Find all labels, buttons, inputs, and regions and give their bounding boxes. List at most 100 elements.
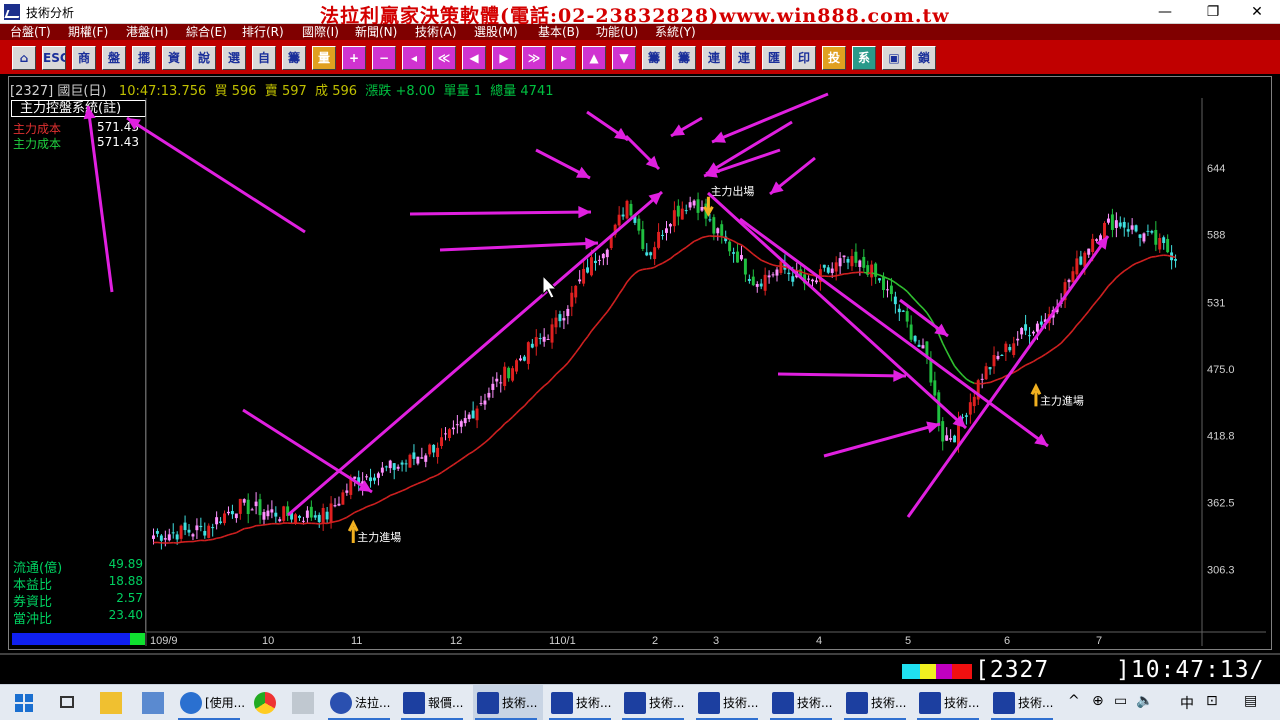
candle-body [369,477,372,482]
cost-line-segment [405,486,411,490]
annotation-arrowhead [614,127,628,140]
candle-body [641,229,645,249]
cost-line-segment [677,249,683,254]
app-icon-pinned[interactable] [292,692,314,714]
candle-body [893,296,897,305]
app-icon-pinned[interactable] [142,692,164,714]
cost-line-segment [488,434,494,440]
candle-body [424,455,428,462]
candle-body [680,208,684,220]
candle-body [1024,324,1028,331]
chart-app-icon [477,692,499,714]
cost-line-segment [942,343,948,352]
candle-body [929,360,933,383]
cost-line-segment [1167,254,1172,258]
candle-body [1106,218,1110,223]
start-button[interactable] [8,685,40,720]
candlestick-chart[interactable]: 644 588 531 475.0 418.8 362.5 306.3 109/9 10 11 12… [0,0,1280,684]
candle-body [1016,338,1020,341]
candle-body [440,437,444,447]
x-tick-label: 110/1 [549,635,576,647]
tray-icon[interactable]: ▭ [1114,693,1127,709]
cost-line-segment [618,287,624,295]
cost-line-segment [527,397,533,402]
cost-line-segment [756,256,762,261]
cost-line-segment [705,235,711,238]
candle-body [1004,343,1008,353]
cost-line-segment [445,466,450,471]
candle-body [984,366,988,380]
cost-line-segment [918,303,924,309]
candle-body [254,501,258,507]
y-tick-label: 418.8 [1207,431,1235,443]
task-view-icon[interactable] [56,685,80,720]
cost-line-segment [1139,259,1145,263]
cost-line-segment [244,527,249,530]
cost-line-segment [622,281,628,289]
cost-line-segment [484,438,490,444]
candle-body [917,344,921,347]
candle-body [621,214,625,217]
tray-icon[interactable]: ⊡ [1206,693,1218,709]
candle-body [491,383,495,390]
candle-body [842,255,846,258]
candle-body [597,259,601,261]
cost-line-segment [894,282,900,287]
cost-line-segment [358,508,363,512]
cost-line-segment [382,497,387,501]
cost-line-segment [772,264,778,267]
tray-icon[interactable]: ▤ [1244,693,1257,709]
cost-line-segment [1115,273,1121,279]
cost-line-segment [425,477,431,482]
cost-line-segment [1001,375,1007,379]
cost-line-segment [863,271,868,274]
cost-line-segment [662,260,667,264]
candle-body [298,515,301,518]
annotation-arrowhead [578,206,591,219]
cost-line-segment [970,380,975,385]
cost-line-segment [634,269,640,275]
candle-body [862,256,866,268]
cost-line-segment [413,482,419,487]
cost-line-segment [504,419,510,425]
candle-body [428,444,432,455]
tray-icon[interactable]: 🔈 [1136,693,1153,709]
tray-icon[interactable]: ⊕ [1092,693,1104,709]
cost-line-segment [579,341,585,348]
tray-icon[interactable]: 中 [1180,693,1194,713]
candle-body [388,460,392,469]
cost-line-segment [1111,277,1117,283]
candle-body [1035,323,1039,332]
cost-line-segment [1044,351,1050,356]
candle-body [605,249,609,258]
cost-line-segment [594,320,601,327]
candle-body [250,509,254,511]
cost-line-segment [519,405,525,410]
candle-body [242,499,246,503]
candle-body [751,276,755,286]
chrome-icon[interactable] [254,692,276,714]
cost-line-segment [563,362,569,368]
tray-icon[interactable]: ^ [1068,693,1080,709]
candle-body [412,452,416,459]
candle-body [747,279,751,281]
x-tick-label: 4 [816,635,822,647]
candle-body [447,429,451,438]
y-tick-label: 306.3 [1207,564,1235,576]
candle-body [1130,225,1134,230]
taskbar: [使用... 法拉... 報價... 技術... 技術... 技術... 技術... 技術..… [0,684,1280,720]
candle-body [1012,343,1016,355]
candle-body [392,463,396,470]
x-tick-label: 5 [905,635,911,647]
cost-line-segment [1056,342,1062,347]
taskbar-label: 報價... [428,696,464,710]
chart-app-icon [846,692,868,714]
candle-body [637,218,641,231]
candle-body [1134,225,1138,232]
file-explorer-icon[interactable] [100,692,122,714]
cost-line-segment [575,346,581,354]
candle-body [467,414,471,420]
candle-body [1091,238,1095,253]
candle-body [278,519,282,522]
cost-line-segment [472,448,478,453]
